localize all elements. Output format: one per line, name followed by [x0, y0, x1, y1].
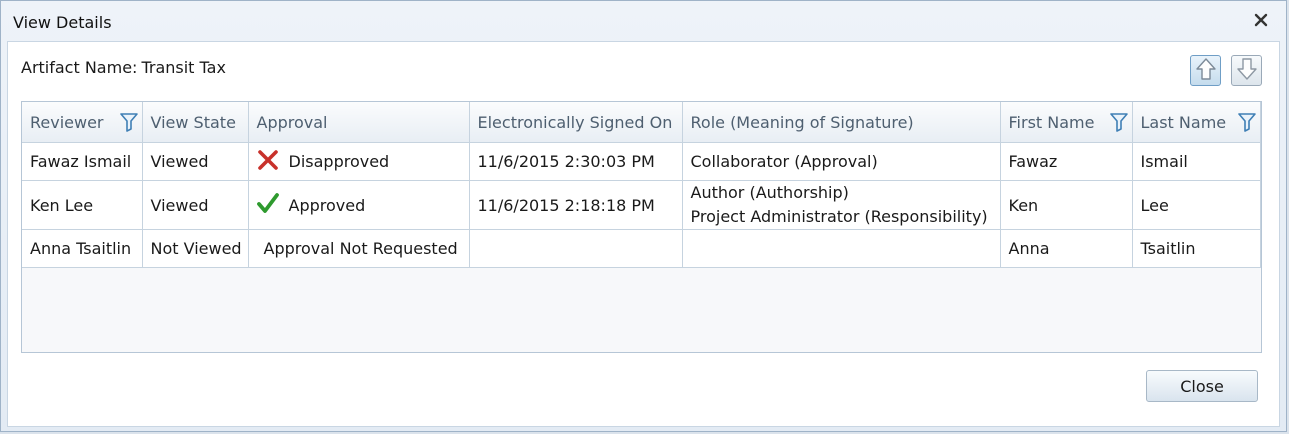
- first-name-filter-icon[interactable]: [1109, 112, 1128, 132]
- content-panel: Artifact Name: Transit Tax Reviewer View…: [7, 41, 1280, 427]
- cell-first-name: Fawaz: [1000, 142, 1133, 181]
- cell-view-state: Viewed: [142, 142, 249, 181]
- col-header-last-name[interactable]: Last Name: [1132, 102, 1261, 143]
- cell-view-state: Viewed: [142, 180, 249, 230]
- title-bar: View Details: [1, 1, 1286, 41]
- cross-icon: [257, 149, 289, 175]
- cell-reviewer: Fawaz Ismail: [22, 142, 143, 181]
- arrow-up-icon: [1195, 57, 1217, 85]
- cell-approval: Disapproved: [248, 142, 470, 181]
- reviewers-table: Reviewer View State Approval Electronica…: [22, 102, 1261, 268]
- table-row[interactable]: Ken Lee Viewed Approved 11/6/2015 2:18:1…: [22, 180, 1261, 230]
- cell-role: Author (Authorship) Project Administrato…: [682, 180, 1001, 230]
- arrow-down-icon: [1236, 57, 1258, 85]
- cell-first-name: Anna: [1000, 229, 1133, 268]
- cell-signed-on: 11/6/2015 2:18:18 PM: [469, 180, 683, 230]
- cell-last-name: Lee: [1132, 180, 1261, 230]
- cell-first-name: Ken: [1000, 180, 1133, 230]
- cell-last-name: Tsaitlin: [1132, 229, 1261, 268]
- cell-approval: Approved: [248, 180, 470, 230]
- col-header-signed-on[interactable]: Electronically Signed On: [469, 102, 683, 143]
- reviewer-filter-icon[interactable]: [119, 112, 138, 132]
- last-name-filter-icon[interactable]: [1237, 112, 1256, 132]
- reviewers-grid: Reviewer View State Approval Electronica…: [21, 101, 1262, 353]
- table-row[interactable]: Anna Tsaitlin Not Viewed Approval Not Re…: [22, 229, 1261, 268]
- check-icon: [256, 192, 289, 218]
- cell-role: [682, 229, 1001, 268]
- col-header-approval[interactable]: Approval: [248, 102, 470, 143]
- artifact-name-value: Transit Tax: [141, 58, 226, 77]
- col-header-role[interactable]: Role (Meaning of Signature): [682, 102, 1001, 143]
- cell-reviewer: Ken Lee: [22, 180, 143, 230]
- cell-approval: Approval Not Requested: [248, 229, 470, 268]
- cell-signed-on: 11/6/2015 2:30:03 PM: [469, 142, 683, 181]
- col-header-first-name[interactable]: First Name: [1000, 102, 1133, 143]
- move-up-button[interactable]: [1190, 55, 1221, 86]
- move-down-button[interactable]: [1231, 55, 1262, 86]
- table-row[interactable]: Fawaz Ismail Viewed Disapproved 11/6/201…: [22, 142, 1261, 181]
- dialog-title: View Details: [13, 13, 112, 32]
- col-header-reviewer[interactable]: Reviewer: [22, 102, 143, 143]
- close-icon[interactable]: [1252, 11, 1270, 29]
- artifact-name-label: Artifact Name:: [21, 58, 138, 77]
- view-details-dialog: View Details Artifact Name:Transit Tax: [0, 0, 1287, 432]
- cell-last-name: Ismail: [1132, 142, 1261, 181]
- cell-signed-on: [469, 229, 683, 268]
- table-header-row: Reviewer View State Approval Electronica…: [22, 102, 1261, 143]
- artifact-name: Artifact Name: Transit Tax: [21, 58, 226, 77]
- cell-view-state: Not Viewed: [142, 229, 249, 268]
- col-header-view-state[interactable]: View State: [142, 102, 249, 143]
- cell-reviewer: Anna Tsaitlin: [22, 229, 143, 268]
- cell-role: Collaborator (Approval): [682, 142, 1001, 181]
- close-button[interactable]: Close: [1146, 370, 1258, 402]
